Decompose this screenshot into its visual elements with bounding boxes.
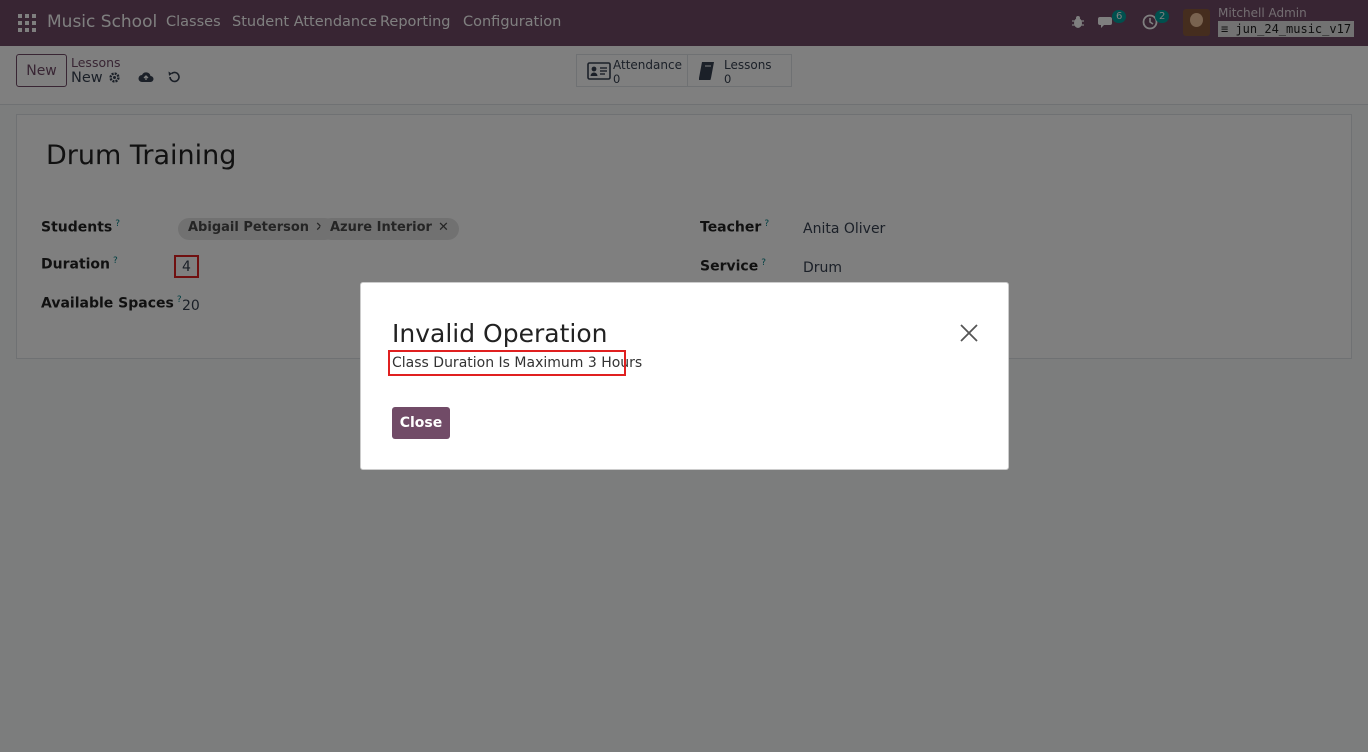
error-dialog: Invalid Operation Class Duration Is Maxi… (360, 282, 1009, 470)
message-highlight-box (388, 350, 626, 376)
dialog-title: Invalid Operation (392, 319, 608, 348)
close-icon[interactable] (959, 323, 979, 343)
close-button[interactable]: Close (392, 407, 450, 439)
